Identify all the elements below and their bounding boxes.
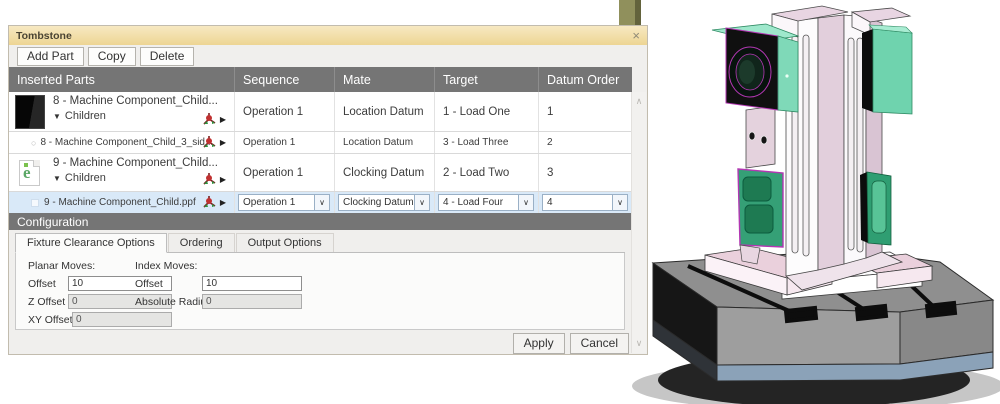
chevron-down-icon: ∨ (314, 195, 329, 210)
chevron-down-icon: ▼ (53, 112, 61, 121)
clamp-block-upper-right (862, 25, 912, 114)
xy-offset-input (72, 312, 172, 327)
planar-moves-label: Planar Moves: (28, 260, 95, 272)
part-name: 9 - Machine Component_Child.ppf (44, 197, 196, 208)
part-name: 8 - Machine Component_Child_3_sid... (40, 137, 213, 148)
part-cell: ○ 8 - Machine Component_Child_3_sid... ▶ (9, 132, 234, 153)
target-cell[interactable]: 1 - Load One (434, 92, 538, 131)
checkbox[interactable] (31, 199, 39, 207)
mate-cell[interactable]: Clocking Datum (334, 154, 434, 191)
header-target[interactable]: Target (434, 67, 538, 92)
datum-order-cell[interactable]: 2 (538, 132, 632, 153)
tombstone-dialog: Tombstone × Add Part Copy Delete Inserte… (8, 25, 648, 355)
header-sequence[interactable]: Sequence (234, 67, 334, 92)
index-moves-label: Index Moves: (135, 260, 197, 272)
target-cell[interactable]: 3 - Load Three (434, 132, 538, 153)
mate-dropdown[interactable]: Clocking Datum ∨ (338, 194, 430, 211)
dialog-titlebar: Tombstone × (9, 26, 647, 45)
children-toggle[interactable]: ▼ Children (53, 172, 203, 184)
copy-button[interactable]: Copy (88, 47, 136, 66)
scroll-up-icon[interactable]: ∧ (636, 92, 643, 111)
z-offset-label: Z Offset (28, 296, 65, 308)
header-datum-order[interactable]: Datum Order (538, 67, 632, 92)
table-row[interactable]: 8 - Machine Component_Child... ▼ Childre… (9, 92, 632, 132)
tab-fixture-clearance-options[interactable]: Fixture Clearance Options (15, 233, 167, 253)
part-file-icon: e (19, 160, 40, 186)
table-header: Inserted Parts Sequence Mate Target Datu… (9, 67, 632, 92)
xy-offset-label: XY Offset (28, 314, 73, 326)
sequence-cell[interactable]: Operation 1 (234, 154, 334, 191)
children-toggle[interactable]: ▼ Children (53, 110, 203, 122)
expand-arrow-icon[interactable]: ▶ (220, 175, 226, 184)
mate-cell[interactable]: Location Datum (334, 132, 434, 153)
datum-order-cell[interactable]: 3 (538, 154, 632, 191)
fixture-clearance-panel: Planar Moves: Offset Z Offset XY Offset … (15, 253, 625, 330)
dialog-footer: Apply Cancel (513, 333, 629, 354)
close-icon[interactable]: × (632, 29, 640, 42)
absolute-radius-label: Absolute Radius (135, 296, 211, 308)
mate-cell[interactable]: Location Datum (334, 92, 434, 131)
target-dropdown[interactable]: 4 - Load Four ∨ (438, 194, 534, 211)
configuration-section-header: Configuration (9, 213, 632, 230)
header-inserted-parts[interactable]: Inserted Parts (9, 67, 234, 92)
expand-arrow-icon[interactable]: ▶ (220, 138, 226, 147)
expand-arrow-icon[interactable]: ▶ (220, 198, 226, 207)
index-offset-input[interactable] (202, 276, 302, 291)
tab-output-options[interactable]: Output Options (236, 233, 334, 252)
tombstone-3d-view (600, 0, 1000, 404)
chevron-down-icon: ∨ (612, 195, 627, 210)
planar-offset-label: Offset (28, 278, 56, 290)
target-cell[interactable]: 2 - Load Two (434, 154, 538, 191)
configuration-tabs: Fixture Clearance Options Ordering Outpu… (15, 232, 625, 253)
cancel-button[interactable]: Cancel (570, 333, 629, 354)
tab-ordering[interactable]: Ordering (168, 233, 235, 252)
chevron-down-icon: ▼ (53, 174, 61, 183)
table-row[interactable]: ○ 8 - Machine Component_Child_3_sid... ▶ (9, 132, 632, 154)
part-cell: 8 - Machine Component_Child... ▼ Childre… (9, 92, 234, 131)
sequence-dropdown[interactable]: Operation 1 ∨ (238, 194, 330, 211)
placement-triad-icon[interactable] (202, 195, 217, 209)
datum-order-dropdown[interactable]: 4 ∨ (542, 194, 628, 211)
table-body: 8 - Machine Component_Child... ▼ Childre… (9, 92, 632, 213)
table-row[interactable]: e 9 - Machine Component_Child... ▼ Child… (9, 154, 632, 192)
part-cell: e 9 - Machine Component_Child... ▼ Child… (9, 154, 234, 191)
clamp-block-mid-right (860, 172, 891, 245)
sequence-cell[interactable]: Operation 1 (234, 132, 334, 153)
dialog-toolbar: Add Part Copy Delete (9, 45, 647, 67)
apply-button[interactable]: Apply (513, 333, 565, 354)
part-thumbnail (15, 95, 45, 129)
expand-arrow-icon[interactable]: ▶ (220, 115, 226, 124)
delete-button[interactable]: Delete (140, 47, 195, 66)
placement-triad-icon[interactable] (202, 172, 217, 186)
part-name: 8 - Machine Component_Child... (53, 95, 203, 107)
part-cell: 9 - Machine Component_Child.ppf ▶ (9, 192, 234, 213)
radio-icon[interactable]: ○ (31, 138, 36, 148)
chevron-down-icon: ∨ (414, 195, 429, 210)
absolute-radius-input (202, 294, 302, 309)
placement-triad-icon[interactable] (202, 135, 217, 149)
part-name: 9 - Machine Component_Child... (53, 157, 203, 169)
placement-triad-icon[interactable] (202, 112, 217, 126)
sequence-cell[interactable]: Operation 1 (234, 92, 334, 131)
dialog-title: Tombstone (16, 30, 72, 42)
clamp-block-upper-left (712, 24, 798, 112)
header-mate[interactable]: Mate (334, 67, 434, 92)
datum-order-cell[interactable]: 1 (538, 92, 632, 131)
app-canvas: Tombstone × Add Part Copy Delete Inserte… (0, 0, 1000, 404)
table-row-selected[interactable]: 9 - Machine Component_Child.ppf ▶ (9, 192, 632, 213)
index-offset-label: Offset (135, 278, 163, 290)
scroll-down-icon[interactable]: ∨ (636, 334, 643, 353)
vertical-scrollbar[interactable]: ∧ ∨ (631, 92, 646, 353)
add-part-button[interactable]: Add Part (17, 47, 84, 66)
chevron-down-icon: ∨ (518, 195, 533, 210)
